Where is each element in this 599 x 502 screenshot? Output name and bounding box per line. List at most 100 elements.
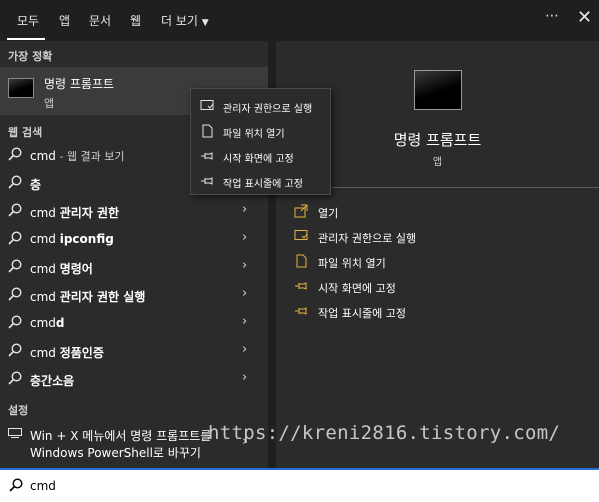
tab-more-label: 더 보기 <box>161 14 198 28</box>
settings-item-line2: Windows PowerShell로 바꾸기 <box>30 446 201 460</box>
context-menu-item-label: 작업 표시줄에 고정 <box>223 179 303 190</box>
query-suggestion: ipconfig <box>59 232 114 246</box>
web-search-item-label: cmd 명령어 <box>30 260 93 277</box>
chevron-right-icon[interactable]: › <box>242 342 247 357</box>
context-menu-item[interactable]: 관리자 권한으로 실행 <box>191 94 330 118</box>
search-icon <box>8 371 22 385</box>
tab-apps[interactable]: 앱 <box>59 12 70 29</box>
command-prompt-large-icon <box>414 70 462 110</box>
query-suggestion: 정품인증 <box>59 346 104 360</box>
context-menu-item-label: 관리자 권한으로 실행 <box>223 104 313 115</box>
preview-action-label: 파일 위치 열기 <box>318 257 386 270</box>
chevron-right-icon[interactable]: › <box>242 370 247 385</box>
command-prompt-icon <box>8 78 34 98</box>
context-menu-item[interactable]: 시작 화면에 고정 <box>191 144 330 168</box>
chevron-right-icon[interactable]: › <box>242 286 247 301</box>
web-search-header: 웹 검색 <box>8 126 43 139</box>
settings-header: 설정 <box>8 404 29 417</box>
preview-action-label: 시작 화면에 고정 <box>318 282 396 295</box>
search-icon <box>8 231 22 245</box>
web-search-item-label: 층간소음 <box>30 372 74 389</box>
watermark-url: https://kreni2816.tistory.com/ <box>208 422 561 444</box>
search-icon <box>8 343 22 357</box>
preview-action[interactable]: 작업 표시줄에 고정 <box>294 301 574 323</box>
context-menu: 관리자 권한으로 실행파일 위치 열기시작 화면에 고정작업 표시줄에 고정 <box>190 88 331 195</box>
active-tab-indicator <box>7 38 45 40</box>
web-search-item[interactable]: cmd 관리자 권한 실행 › <box>0 281 268 309</box>
query-prefix: cmd <box>30 290 60 304</box>
tab-documents[interactable]: 문서 <box>89 12 111 29</box>
search-bar[interactable]: cmd <box>0 468 599 502</box>
preview-action[interactable]: 시작 화면에 고정 <box>294 276 574 298</box>
query-prefix: cmd <box>30 232 60 246</box>
chevron-right-icon[interactable]: › <box>242 230 247 245</box>
query-suggestion: 층 <box>30 178 42 192</box>
caret-down-icon: ▼ <box>201 18 209 28</box>
best-match-title: 명령 프롬프트 <box>44 77 115 91</box>
search-icon <box>8 315 22 329</box>
settings-item-line1: Win + X 메뉴에서 명령 프롬프트를 <box>30 429 212 443</box>
web-search-item[interactable]: cmdd › <box>0 309 268 337</box>
top-bar: 모두 앱 문서 웹 더 보기 ▼ ⋯ ✕ <box>0 0 599 41</box>
query-prefix: cmd <box>30 316 56 330</box>
search-icon <box>8 259 22 273</box>
web-search-item[interactable]: 층간소음 › <box>0 365 268 393</box>
query-suggestion: 관리자 권한 실행 <box>59 290 146 304</box>
preview-action[interactable]: 파일 위치 열기 <box>294 251 574 273</box>
pin-icon <box>294 304 308 318</box>
preview-action-label: 작업 표시줄에 고정 <box>318 307 406 320</box>
web-search-item-label: cmd - 웹 결과 보기 <box>30 148 124 164</box>
context-menu-item-label: 시작 화면에 고정 <box>223 154 294 165</box>
chevron-right-icon[interactable]: › <box>242 314 247 329</box>
search-icon <box>8 287 22 301</box>
query-hint: - 웹 결과 보기 <box>55 150 125 163</box>
web-search-item[interactable]: cmd 명령어 › <box>0 253 268 281</box>
tab-all[interactable]: 모두 <box>17 12 39 29</box>
query-suggestion: 층간소음 <box>30 374 75 388</box>
best-match-header: 가장 정확 <box>8 50 53 63</box>
search-input[interactable]: cmd <box>30 479 56 493</box>
query-prefix: cmd <box>30 262 60 276</box>
context-menu-item-label: 파일 위치 열기 <box>223 129 285 140</box>
preview-action-label: 관리자 권한으로 실행 <box>318 232 417 245</box>
pin-icon <box>200 174 214 188</box>
preview-action[interactable]: 열기 <box>294 201 574 223</box>
search-icon <box>8 147 22 161</box>
query-prefix: cmd <box>30 346 60 360</box>
search-icon <box>8 203 22 217</box>
web-search-item[interactable]: cmd 관리자 권한 › <box>0 197 268 225</box>
web-search-item-label: cmd 정품인증 <box>30 344 104 361</box>
web-search-item-label: cmd ipconfig <box>30 232 114 246</box>
chevron-right-icon[interactable]: › <box>242 258 247 273</box>
chevron-right-icon[interactable]: › <box>242 202 247 217</box>
search-icon <box>9 478 23 492</box>
file-location-icon <box>294 254 308 268</box>
open-icon <box>294 204 308 218</box>
tab-more[interactable]: 더 보기 ▼ <box>161 12 209 29</box>
tab-web[interactable]: 웹 <box>130 12 141 29</box>
query-prefix: cmd <box>30 206 60 220</box>
shield-run-icon <box>200 99 214 113</box>
query-suggestion: 명령어 <box>59 262 93 276</box>
pin-icon <box>200 149 214 163</box>
preview-action[interactable]: 관리자 권한으로 실행 <box>294 226 574 248</box>
file-location-icon <box>200 124 214 138</box>
shield-run-icon <box>294 229 308 243</box>
pin-icon <box>294 279 308 293</box>
context-menu-item[interactable]: 작업 표시줄에 고정 <box>191 169 330 193</box>
query-suggestion: 관리자 권한 <box>59 206 120 220</box>
web-search-item-label: cmdd <box>30 316 65 330</box>
web-search-item-label: 층 <box>30 176 41 193</box>
monitor-icon <box>8 428 22 438</box>
context-menu-item[interactable]: 파일 위치 열기 <box>191 119 330 143</box>
best-match-subtitle: 앱 <box>44 97 55 110</box>
preview-action-label: 열기 <box>318 207 339 220</box>
web-search-item[interactable]: cmd ipconfig › <box>0 225 268 253</box>
query-suggestion: d <box>55 316 65 330</box>
web-search-item[interactable]: cmd 정품인증 › <box>0 337 268 365</box>
search-icon <box>8 175 22 189</box>
web-search-item-label: cmd 관리자 권한 <box>30 204 119 221</box>
more-options-icon[interactable]: ⋯ <box>545 8 560 24</box>
close-icon[interactable]: ✕ <box>577 7 592 28</box>
web-search-item-label: cmd 관리자 권한 실행 <box>30 288 145 305</box>
